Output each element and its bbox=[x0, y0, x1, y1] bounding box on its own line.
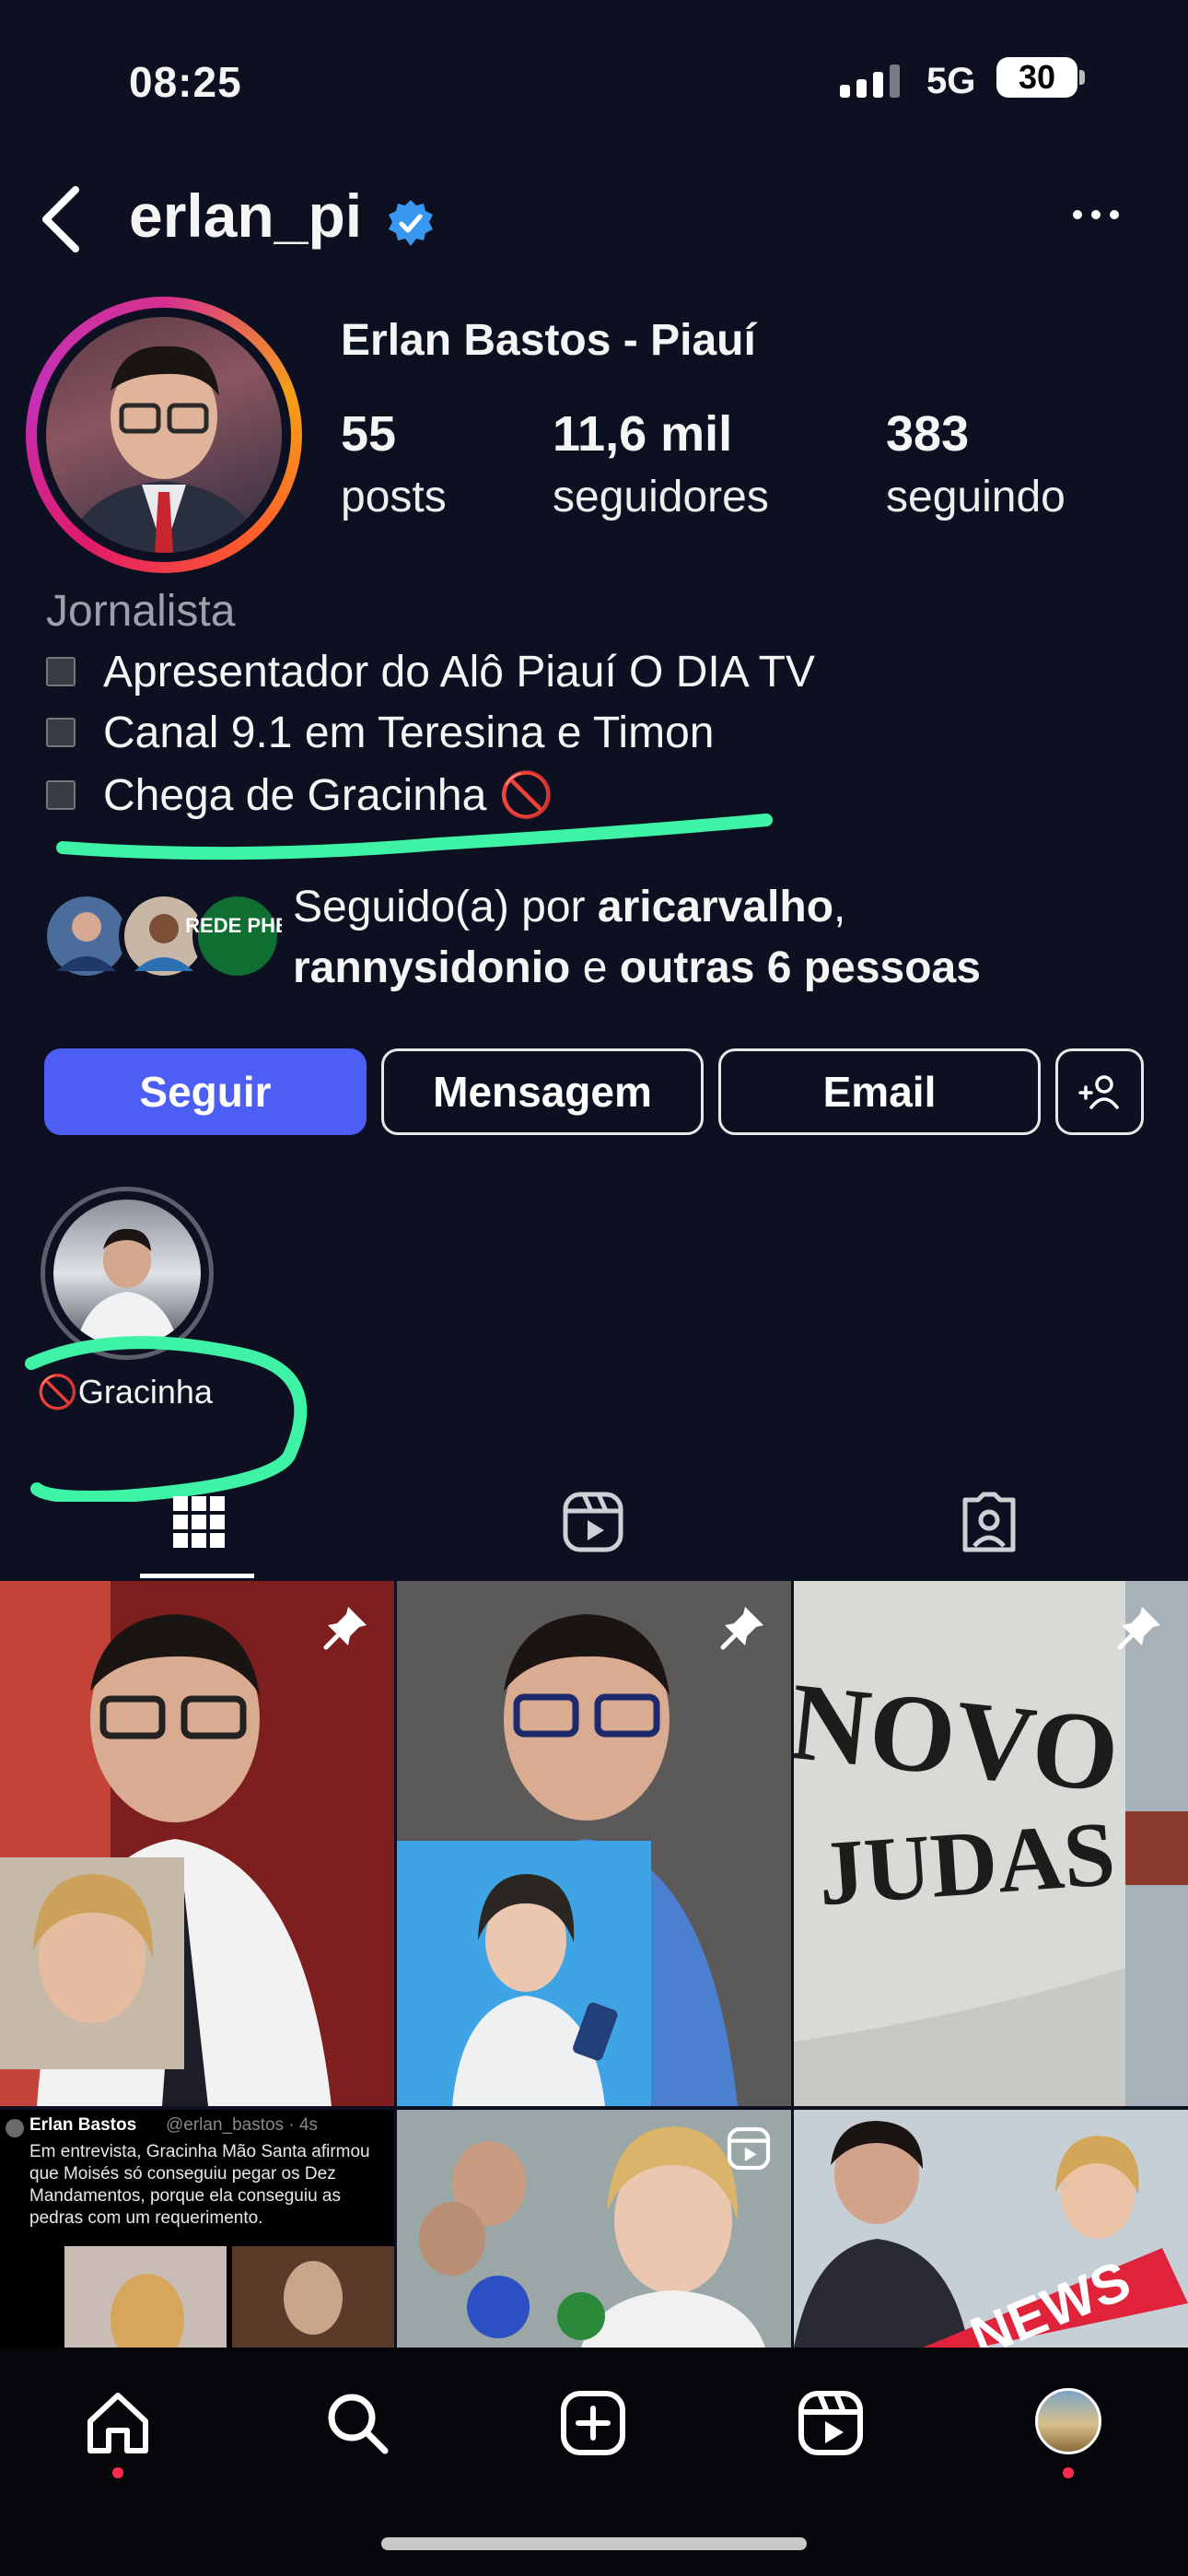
posts-count[interactable]: 55 bbox=[341, 405, 396, 463]
message-button[interactable]: Mensagem bbox=[381, 1048, 704, 1135]
battery-tip bbox=[1079, 70, 1085, 85]
grid-post-6[interactable]: NEWS bbox=[794, 2110, 1188, 2348]
mutual-user-1[interactable]: aricarvalho bbox=[598, 883, 833, 931]
mutual-user-2[interactable]: rannysidonio bbox=[293, 943, 570, 992]
back-icon[interactable] bbox=[33, 181, 92, 258]
email-button[interactable]: Email bbox=[718, 1048, 1041, 1135]
profile-category: Jornalista bbox=[46, 587, 236, 636]
tweet-photo-2 bbox=[232, 2246, 394, 2348]
highlight-person-illustration bbox=[76, 1228, 179, 1347]
following-count[interactable]: 383 bbox=[886, 405, 969, 463]
post-6-image: NEWS bbox=[794, 2110, 1188, 2348]
battery-icon: 30 bbox=[996, 57, 1077, 98]
tweet-photo-1 bbox=[64, 2246, 227, 2348]
bio-line: Apresentador do Alô Piauí O DIA TV bbox=[46, 647, 815, 697]
follow-button[interactable]: Seguir bbox=[44, 1048, 367, 1135]
post-1-image bbox=[0, 1581, 394, 2106]
followed-by-text[interactable]: Seguido(a) por aricarvalho, rannysidonio… bbox=[293, 877, 981, 999]
tweet-avatar bbox=[6, 2119, 24, 2137]
square-bullet-icon bbox=[46, 718, 76, 748]
grid-post-3[interactable]: NOVO JUDAS bbox=[794, 1581, 1188, 2106]
followers-label[interactable]: seguidores bbox=[553, 472, 769, 522]
add-person-icon bbox=[1078, 1075, 1119, 1109]
pinned-icon bbox=[1117, 1607, 1160, 1650]
status-time: 08:25 bbox=[129, 58, 242, 106]
home-icon[interactable] bbox=[81, 2386, 155, 2460]
graffiti-line-2: JUDAS bbox=[815, 1802, 1118, 1925]
more-options-icon[interactable] bbox=[1068, 201, 1124, 228]
profile-avatar[interactable] bbox=[46, 317, 282, 553]
tweet-photo-2-figure bbox=[284, 2261, 343, 2335]
annotation-underline bbox=[56, 814, 773, 861]
pinned-icon bbox=[323, 1607, 367, 1650]
tweet-photo-1-figure bbox=[111, 2274, 184, 2348]
verified-badge-icon bbox=[389, 200, 433, 246]
home-notification-dot bbox=[112, 2467, 123, 2478]
profile-notification-dot bbox=[1063, 2467, 1074, 2478]
tweet-text: Em entrevista, Gracinha Mão Santa afirmo… bbox=[29, 2142, 370, 2228]
grid-tab-icon[interactable] bbox=[162, 1485, 236, 1559]
following-label[interactable]: seguindo bbox=[886, 472, 1066, 522]
display-name: Erlan Bastos - Piauí bbox=[341, 316, 756, 365]
network-label: 5G bbox=[926, 61, 976, 101]
rede-phb-badge: REDE PHB bbox=[185, 914, 282, 937]
tweet-author: Erlan Bastos bbox=[29, 2115, 137, 2135]
comma: , bbox=[833, 883, 846, 931]
followed-prefix: Seguido(a) por bbox=[293, 883, 598, 931]
profile-tab-avatar[interactable] bbox=[1035, 2388, 1101, 2454]
active-tab-indicator bbox=[140, 1574, 254, 1578]
mutual-others[interactable]: outras 6 pessoas bbox=[620, 943, 981, 992]
followers-count[interactable]: 11,6 mil bbox=[553, 405, 732, 463]
annotation-circle bbox=[25, 1336, 308, 1502]
grid-post-1[interactable] bbox=[0, 1581, 394, 2106]
bio-line: Canal 9.1 em Teresina e Timon bbox=[46, 708, 714, 758]
square-bullet-icon bbox=[46, 657, 76, 687]
post-2-image bbox=[397, 1581, 791, 2106]
search-icon[interactable] bbox=[320, 2386, 394, 2460]
create-post-icon[interactable] bbox=[556, 2386, 630, 2460]
reel-badge-icon bbox=[727, 2126, 771, 2171]
tagged-tab-icon[interactable] bbox=[952, 1485, 1026, 1559]
bio-text: Canal 9.1 em Teresina e Timon bbox=[103, 708, 715, 757]
grid-post-2[interactable] bbox=[397, 1581, 791, 2106]
post-3-image: NOVO JUDAS bbox=[794, 1581, 1188, 2106]
battery-level: 30 bbox=[1018, 58, 1056, 96]
grid-post-4[interactable]: Erlan Bastos @erlan_bastos · 4s Em entre… bbox=[0, 2110, 394, 2348]
suggest-people-button[interactable] bbox=[1055, 1048, 1144, 1135]
highlight-cover[interactable] bbox=[53, 1200, 201, 1347]
home-indicator[interactable] bbox=[381, 2537, 807, 2550]
reels-tab-icon[interactable] bbox=[556, 1485, 630, 1559]
and-text: e bbox=[570, 943, 620, 992]
avatar-person-illustration bbox=[64, 345, 263, 553]
profile-username: erlan_pi bbox=[129, 181, 363, 250]
reels-icon[interactable] bbox=[794, 2386, 868, 2460]
signal-icon bbox=[840, 64, 900, 98]
tweet-handle: @erlan_bastos · 4s bbox=[166, 2115, 319, 2135]
posts-label[interactable]: posts bbox=[341, 472, 447, 522]
bio-text: Apresentador do Alô Piauí O DIA TV bbox=[103, 648, 815, 697]
grid-post-5[interactable] bbox=[397, 2110, 791, 2348]
mutual-followers-avatars[interactable]: REDE PHB bbox=[42, 890, 282, 982]
pinned-icon bbox=[720, 1607, 763, 1650]
